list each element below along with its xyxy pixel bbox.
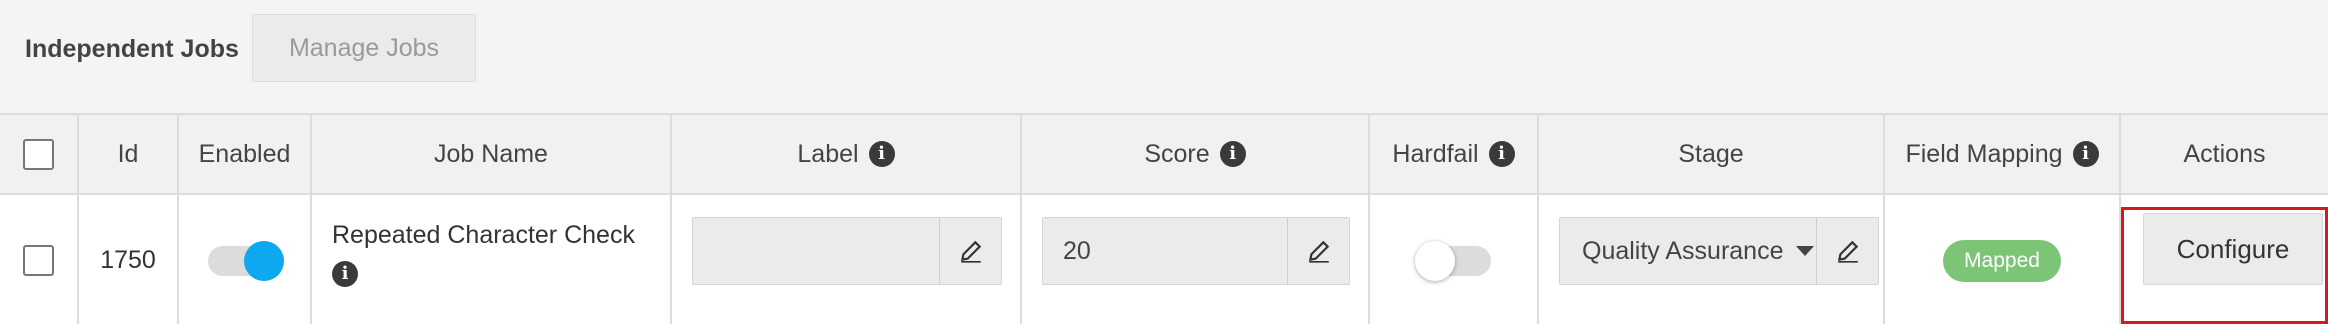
toggle-knob	[1414, 240, 1455, 281]
row-checkbox[interactable]	[23, 245, 54, 276]
row-hardfail-cell	[1370, 195, 1539, 324]
stage-value: Quality Assurance	[1582, 236, 1784, 265]
row-enabled-cell	[179, 195, 312, 324]
header-hardfail-label: Hardfail	[1392, 139, 1479, 168]
header-stage-label: Stage	[1678, 139, 1744, 168]
header-enabled[interactable]: Enabled	[179, 115, 312, 193]
job-name: Repeated Character Check	[332, 221, 635, 249]
header-field-mapping[interactable]: Field Mapping i	[1885, 115, 2121, 193]
header-label[interactable]: Label i	[672, 115, 1022, 193]
header-select-cell	[0, 115, 79, 193]
stage-select-group: Quality Assurance	[1559, 217, 1879, 285]
manage-jobs-button[interactable]: Manage Jobs	[252, 14, 476, 82]
score-input[interactable]: 20	[1043, 218, 1287, 284]
header-actions-label: Actions	[2183, 139, 2266, 168]
edit-score-button[interactable]	[1287, 218, 1349, 284]
info-icon[interactable]: i	[332, 261, 358, 287]
enabled-toggle[interactable]	[207, 240, 284, 281]
mapped-badge[interactable]: Mapped	[1943, 239, 2061, 282]
header-score[interactable]: Score i	[1022, 115, 1370, 193]
table-header: Id Enabled Job Name Label i Score i Hard…	[0, 115, 2328, 195]
page-header: Independent Jobs Manage Jobs	[0, 0, 2328, 113]
table-row: 1750 Repeated Character Check i 20 Quali…	[0, 195, 2328, 324]
row-id-cell: 1750	[79, 195, 179, 324]
info-icon[interactable]: i	[1219, 141, 1246, 167]
row-score-cell: 20	[1022, 195, 1370, 324]
row-id: 1750	[100, 246, 156, 274]
header-id[interactable]: Id	[79, 115, 179, 193]
info-icon[interactable]: i	[1488, 141, 1515, 167]
header-id-label: Id	[117, 139, 139, 168]
pencil-icon	[960, 240, 981, 263]
label-input-group	[692, 217, 1002, 285]
row-field-mapping-cell: Mapped	[1885, 195, 2121, 324]
hardfail-toggle[interactable]	[1414, 240, 1491, 281]
header-score-label: Score	[1144, 139, 1210, 168]
label-input[interactable]	[693, 218, 939, 284]
info-icon[interactable]: i	[2072, 141, 2099, 167]
jobs-table: Id Enabled Job Name Label i Score i Hard…	[0, 113, 2328, 324]
header-field-mapping-label: Field Mapping	[1905, 139, 2063, 168]
row-job-name-cell: Repeated Character Check i	[312, 195, 672, 324]
header-stage[interactable]: Stage	[1539, 115, 1885, 193]
page-title: Independent Jobs	[25, 35, 239, 63]
header-label-label: Label	[797, 139, 859, 168]
edit-stage-button[interactable]	[1816, 218, 1878, 284]
pencil-icon	[1308, 240, 1329, 263]
stage-select[interactable]: Quality Assurance	[1560, 218, 1816, 284]
toggle-knob	[243, 240, 284, 281]
caret-down-icon	[1795, 246, 1814, 256]
score-input-group: 20	[1042, 217, 1350, 285]
header-hardfail[interactable]: Hardfail i	[1370, 115, 1539, 193]
header-job-name-label: Job Name	[434, 139, 548, 168]
row-actions-cell: Configure	[2121, 195, 2328, 324]
row-stage-cell: Quality Assurance	[1539, 195, 1885, 324]
info-icon[interactable]: i	[868, 141, 895, 167]
row-label-cell	[672, 195, 1022, 324]
header-enabled-label: Enabled	[198, 139, 291, 168]
header-actions: Actions	[2121, 115, 2328, 193]
header-job-name[interactable]: Job Name	[312, 115, 672, 193]
pencil-icon	[1837, 240, 1858, 263]
edit-label-button[interactable]	[939, 218, 1001, 284]
row-select-cell	[0, 195, 79, 324]
select-all-checkbox[interactable]	[23, 138, 54, 170]
configure-button[interactable]: Configure	[2143, 213, 2323, 285]
